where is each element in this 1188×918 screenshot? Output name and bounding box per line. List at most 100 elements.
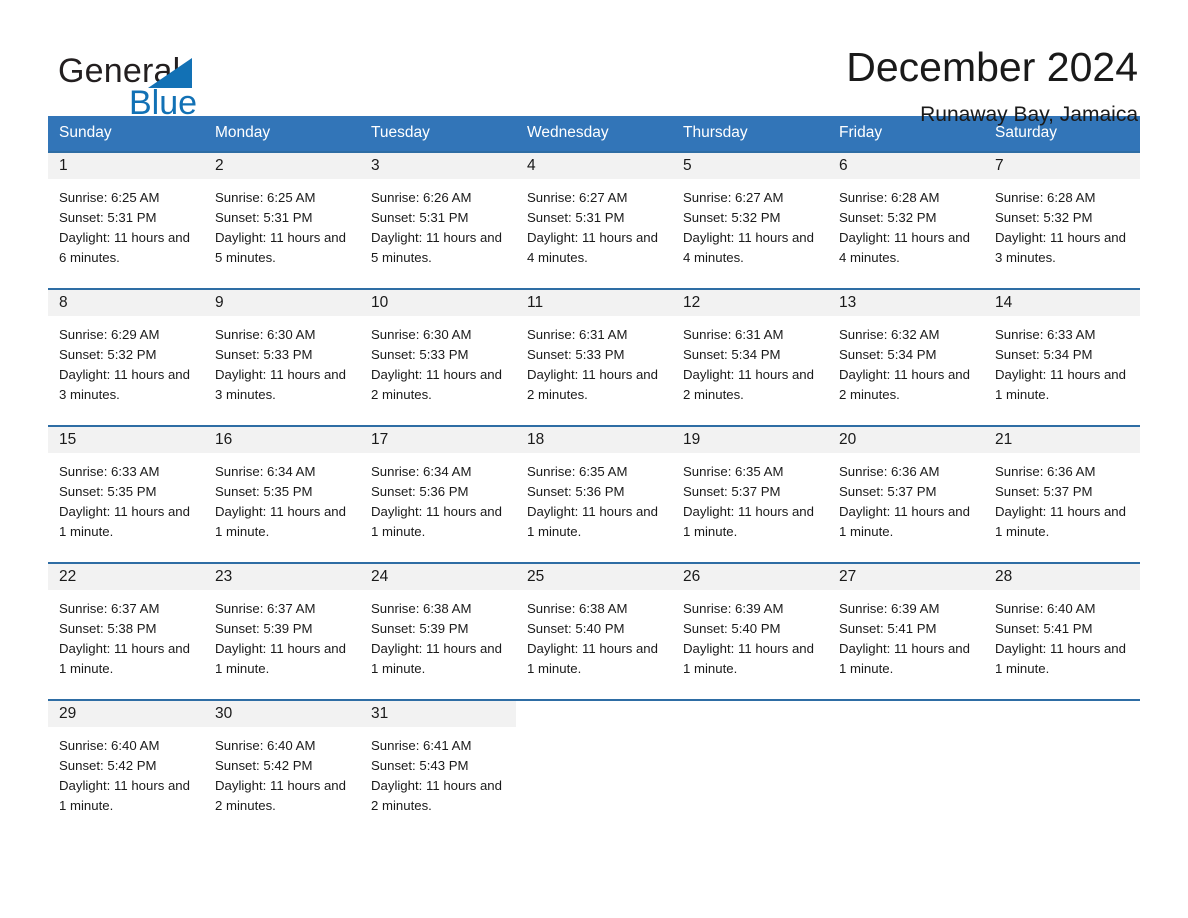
daylight-line: Daylight: 11 hours and 1 minute. (527, 641, 658, 676)
generalblue-logo[interactable]: General Blue (48, 46, 248, 124)
sunset-line: Sunset: 5:34 PM (683, 347, 781, 362)
week-row: 29 Sunrise: 6:40 AM Sunset: 5:42 PM Dayl… (48, 699, 1140, 836)
title-block: December 2024 Runaway Bay, Jamaica (846, 44, 1140, 126)
day-cell[interactable]: 25 Sunrise: 6:38 AM Sunset: 5:40 PM Dayl… (516, 562, 672, 700)
sunset-line: Sunset: 5:37 PM (995, 484, 1093, 499)
day-cell[interactable]: 20 Sunrise: 6:36 AM Sunset: 5:37 PM Dayl… (828, 425, 984, 563)
day-cell[interactable]: 9 Sunrise: 6:30 AM Sunset: 5:33 PM Dayli… (204, 288, 360, 426)
daylight-line: Daylight: 11 hours and 2 minutes. (371, 778, 502, 813)
day-details: Sunrise: 6:35 AM Sunset: 5:37 PM Dayligh… (672, 453, 828, 542)
day-number: 10 (360, 290, 516, 316)
page-title: December 2024 (846, 44, 1138, 90)
sunset-line: Sunset: 5:33 PM (215, 347, 313, 362)
sunset-line: Sunset: 5:43 PM (371, 758, 469, 773)
day-cell[interactable]: 4 Sunrise: 6:27 AM Sunset: 5:31 PM Dayli… (516, 151, 672, 289)
day-cell[interactable]: 8 Sunrise: 6:29 AM Sunset: 5:32 PM Dayli… (48, 288, 204, 426)
day-number: 29 (48, 701, 204, 727)
day-cell[interactable]: 19 Sunrise: 6:35 AM Sunset: 5:37 PM Dayl… (672, 425, 828, 563)
day-cell[interactable]: 6 Sunrise: 6:28 AM Sunset: 5:32 PM Dayli… (828, 151, 984, 289)
sunrise-line: Sunrise: 6:33 AM (59, 464, 160, 479)
calendar-table: Sunday Monday Tuesday Wednesday Thursday… (48, 116, 1140, 836)
day-details: Sunrise: 6:39 AM Sunset: 5:40 PM Dayligh… (672, 590, 828, 679)
sunset-line: Sunset: 5:36 PM (371, 484, 469, 499)
sunrise-line: Sunrise: 6:40 AM (215, 738, 316, 753)
daylight-line: Daylight: 11 hours and 1 minute. (59, 504, 190, 539)
day-details: Sunrise: 6:40 AM Sunset: 5:42 PM Dayligh… (204, 727, 360, 816)
daylight-line: Daylight: 11 hours and 2 minutes. (527, 367, 658, 402)
day-cell[interactable]: 13 Sunrise: 6:32 AM Sunset: 5:34 PM Dayl… (828, 288, 984, 426)
day-number: 15 (48, 427, 204, 453)
sunset-line: Sunset: 5:34 PM (995, 347, 1093, 362)
day-cell[interactable]: 2 Sunrise: 6:25 AM Sunset: 5:31 PM Dayli… (204, 151, 360, 289)
sunrise-line: Sunrise: 6:36 AM (839, 464, 940, 479)
day-cell[interactable]: 12 Sunrise: 6:31 AM Sunset: 5:34 PM Dayl… (672, 288, 828, 426)
day-details: Sunrise: 6:34 AM Sunset: 5:35 PM Dayligh… (204, 453, 360, 542)
day-details: Sunrise: 6:28 AM Sunset: 5:32 PM Dayligh… (828, 179, 984, 268)
day-cell[interactable]: 14 Sunrise: 6:33 AM Sunset: 5:34 PM Dayl… (984, 288, 1140, 426)
day-number: 18 (516, 427, 672, 453)
day-number: 12 (672, 290, 828, 316)
day-cell[interactable]: 1 Sunrise: 6:25 AM Sunset: 5:31 PM Dayli… (48, 151, 204, 289)
day-cell[interactable]: 23 Sunrise: 6:37 AM Sunset: 5:39 PM Dayl… (204, 562, 360, 700)
day-cell[interactable]: 29 Sunrise: 6:40 AM Sunset: 5:42 PM Dayl… (48, 699, 204, 836)
day-number: 6 (828, 153, 984, 179)
day-cell[interactable]: 16 Sunrise: 6:34 AM Sunset: 5:35 PM Dayl… (204, 425, 360, 563)
day-cell[interactable]: 28 Sunrise: 6:40 AM Sunset: 5:41 PM Dayl… (984, 562, 1140, 700)
daylight-line: Daylight: 11 hours and 2 minutes. (839, 367, 970, 402)
day-number: 14 (984, 290, 1140, 316)
daylight-line: Daylight: 11 hours and 1 minute. (527, 504, 658, 539)
day-number: 3 (360, 153, 516, 179)
week-row: 1 Sunrise: 6:25 AM Sunset: 5:31 PM Dayli… (48, 151, 1140, 289)
day-number: 31 (360, 701, 516, 727)
day-number: 17 (360, 427, 516, 453)
day-details: Sunrise: 6:41 AM Sunset: 5:43 PM Dayligh… (360, 727, 516, 816)
day-number: 22 (48, 564, 204, 590)
day-number: 30 (204, 701, 360, 727)
day-details: Sunrise: 6:40 AM Sunset: 5:42 PM Dayligh… (48, 727, 204, 816)
day-cell[interactable]: 15 Sunrise: 6:33 AM Sunset: 5:35 PM Dayl… (48, 425, 204, 563)
day-details: Sunrise: 6:38 AM Sunset: 5:40 PM Dayligh… (516, 590, 672, 679)
day-cell[interactable]: 11 Sunrise: 6:31 AM Sunset: 5:33 PM Dayl… (516, 288, 672, 426)
sunset-line: Sunset: 5:35 PM (215, 484, 313, 499)
sunset-line: Sunset: 5:31 PM (527, 210, 625, 225)
day-cell[interactable]: 3 Sunrise: 6:26 AM Sunset: 5:31 PM Dayli… (360, 151, 516, 289)
calendar-page: General Blue December 2024 Runaway Bay, … (0, 0, 1188, 918)
daylight-line: Daylight: 11 hours and 3 minutes. (215, 367, 346, 402)
sunset-line: Sunset: 5:40 PM (683, 621, 781, 636)
daylight-line: Daylight: 11 hours and 4 minutes. (527, 230, 658, 265)
day-details: Sunrise: 6:25 AM Sunset: 5:31 PM Dayligh… (48, 179, 204, 268)
day-number: 16 (204, 427, 360, 453)
day-cell[interactable]: 22 Sunrise: 6:37 AM Sunset: 5:38 PM Dayl… (48, 562, 204, 700)
sunrise-line: Sunrise: 6:37 AM (59, 601, 160, 616)
day-number: 1 (48, 153, 204, 179)
day-details: Sunrise: 6:29 AM Sunset: 5:32 PM Dayligh… (48, 316, 204, 405)
sunset-line: Sunset: 5:39 PM (215, 621, 313, 636)
sunrise-line: Sunrise: 6:39 AM (683, 601, 784, 616)
day-cell[interactable]: 21 Sunrise: 6:36 AM Sunset: 5:37 PM Dayl… (984, 425, 1140, 563)
daylight-line: Daylight: 11 hours and 1 minute. (215, 641, 346, 676)
day-number: 13 (828, 290, 984, 316)
day-cell[interactable]: 31 Sunrise: 6:41 AM Sunset: 5:43 PM Dayl… (360, 699, 516, 836)
day-details: Sunrise: 6:40 AM Sunset: 5:41 PM Dayligh… (984, 590, 1140, 679)
daylight-line: Daylight: 11 hours and 1 minute. (59, 778, 190, 813)
day-details: Sunrise: 6:27 AM Sunset: 5:31 PM Dayligh… (516, 179, 672, 268)
day-cell[interactable]: 18 Sunrise: 6:35 AM Sunset: 5:36 PM Dayl… (516, 425, 672, 563)
week-row: 8 Sunrise: 6:29 AM Sunset: 5:32 PM Dayli… (48, 288, 1140, 426)
day-cell[interactable]: 30 Sunrise: 6:40 AM Sunset: 5:42 PM Dayl… (204, 699, 360, 836)
day-details: Sunrise: 6:34 AM Sunset: 5:36 PM Dayligh… (360, 453, 516, 542)
sunrise-line: Sunrise: 6:27 AM (527, 190, 628, 205)
sunset-line: Sunset: 5:33 PM (527, 347, 625, 362)
day-details: Sunrise: 6:30 AM Sunset: 5:33 PM Dayligh… (360, 316, 516, 405)
day-cell[interactable]: 26 Sunrise: 6:39 AM Sunset: 5:40 PM Dayl… (672, 562, 828, 700)
day-details: Sunrise: 6:31 AM Sunset: 5:33 PM Dayligh… (516, 316, 672, 405)
week-row: 22 Sunrise: 6:37 AM Sunset: 5:38 PM Dayl… (48, 562, 1140, 700)
day-details: Sunrise: 6:28 AM Sunset: 5:32 PM Dayligh… (984, 179, 1140, 268)
day-cell[interactable]: 27 Sunrise: 6:39 AM Sunset: 5:41 PM Dayl… (828, 562, 984, 700)
day-cell[interactable]: 24 Sunrise: 6:38 AM Sunset: 5:39 PM Dayl… (360, 562, 516, 700)
day-cell[interactable]: 10 Sunrise: 6:30 AM Sunset: 5:33 PM Dayl… (360, 288, 516, 426)
daylight-line: Daylight: 11 hours and 6 minutes. (59, 230, 190, 265)
day-details: Sunrise: 6:38 AM Sunset: 5:39 PM Dayligh… (360, 590, 516, 679)
day-cell[interactable]: 5 Sunrise: 6:27 AM Sunset: 5:32 PM Dayli… (672, 151, 828, 289)
day-cell[interactable]: 7 Sunrise: 6:28 AM Sunset: 5:32 PM Dayli… (984, 151, 1140, 289)
day-cell[interactable]: 17 Sunrise: 6:34 AM Sunset: 5:36 PM Dayl… (360, 425, 516, 563)
